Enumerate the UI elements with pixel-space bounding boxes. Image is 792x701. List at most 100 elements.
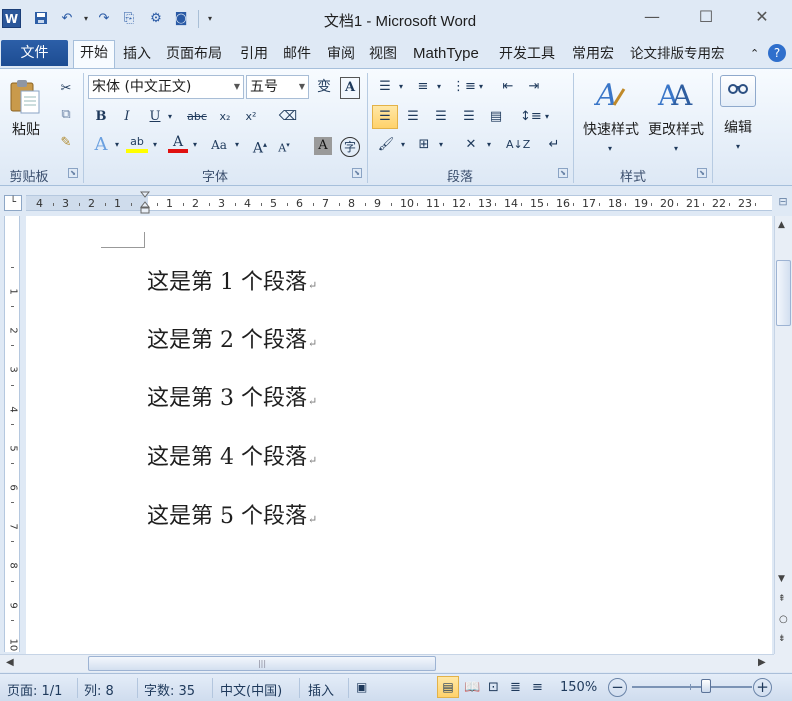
tab-common-macros[interactable]: 常用宏 [569, 42, 617, 66]
shading-dropdown-icon[interactable]: ▾ [398, 135, 408, 157]
status-word-count[interactable]: 字数: 35 [144, 680, 195, 699]
increase-indent-icon[interactable]: ⇥ [524, 77, 544, 99]
outline-view-icon[interactable]: ≣ [510, 680, 521, 695]
web-layout-icon[interactable]: ⊡ [488, 680, 499, 695]
font-color-dropdown-icon[interactable]: ▾ [190, 135, 200, 157]
underline-dropdown-icon[interactable]: ▾ [165, 107, 175, 129]
customize-qat-icon[interactable]: ▾ [202, 11, 218, 27]
full-screen-reading-icon[interactable]: 📖 [464, 680, 480, 695]
maximize-button[interactable]: ☐ [684, 6, 728, 30]
select-browse-object-icon[interactable]: ○ [779, 614, 788, 625]
document-page[interactable]: 这是第 1 个段落↵ 这是第 2 个段落↵ 这是第 3 个段落↵ 这是第 4 个… [26, 216, 772, 654]
view-ruler-icon[interactable]: ⊟ [776, 195, 790, 211]
undo-dropdown-icon[interactable]: ▾ [78, 11, 94, 27]
zoom-slider-thumb[interactable] [701, 679, 712, 693]
zoom-slider-track[interactable] [632, 686, 752, 688]
tab-view[interactable]: 视图 [366, 42, 400, 66]
font-launcher-icon[interactable]: ⬊ [352, 168, 362, 178]
chinese-layout-icon[interactable]: ✕ [460, 135, 482, 157]
word-app-icon[interactable]: W [2, 9, 21, 28]
status-language[interactable]: 中文(中国) [220, 680, 282, 699]
editing-dropdown-icon[interactable]: ▾ [732, 137, 744, 159]
vertical-ruler[interactable]: 1 2 3 4 5 6 7 8 9 10 [4, 216, 20, 652]
scroll-up-icon[interactable]: ▲ [778, 220, 785, 230]
tab-selector-icon[interactable]: └ [4, 195, 22, 211]
paragraph-5[interactable]: 这是第 5 个段落↵ [147, 498, 317, 530]
text-effects-dropdown-icon[interactable]: ▾ [112, 135, 122, 157]
bullets-dropdown-icon[interactable]: ▾ [396, 77, 406, 99]
tab-developer[interactable]: 开发工具 [496, 42, 558, 66]
tab-review[interactable]: 审阅 [324, 42, 358, 66]
minimize-button[interactable]: — [630, 6, 674, 30]
shrink-font-icon[interactable]: A▾ [274, 135, 294, 157]
paragraph-launcher-icon[interactable]: ⬊ [558, 168, 568, 178]
tab-home[interactable]: 开始 [73, 40, 115, 68]
decrease-indent-icon[interactable]: ⇤ [498, 77, 518, 99]
align-center-icon[interactable]: ☰ [402, 107, 424, 129]
next-page-icon[interactable]: ⇟ [778, 634, 786, 644]
indent-marker-icon[interactable] [139, 191, 151, 215]
font-color-icon[interactable]: A [168, 135, 188, 153]
line-spacing-dropdown-icon[interactable]: ▾ [542, 107, 552, 129]
change-styles-button[interactable]: 更改样式 [644, 119, 708, 139]
paragraph-4[interactable]: 这是第 4 个段落↵ [147, 439, 317, 471]
chinese-layout-dropdown-icon[interactable]: ▾ [484, 135, 494, 157]
tab-references[interactable]: 引用 [237, 42, 271, 66]
numbering-dropdown-icon[interactable]: ▾ [434, 77, 444, 99]
highlight-dropdown-icon[interactable]: ▾ [150, 135, 160, 157]
tab-mailings[interactable]: 邮件 [280, 42, 314, 66]
macro-icon[interactable]: ⚙ [148, 11, 164, 27]
close-button[interactable]: ✕ [740, 6, 784, 30]
change-styles-dropdown-icon[interactable]: ▾ [670, 139, 682, 161]
borders-dropdown-icon[interactable]: ▾ [436, 135, 446, 157]
tab-mathtype[interactable]: MathType [410, 42, 482, 66]
clipboard-launcher-icon[interactable]: ⬊ [68, 168, 78, 178]
text-effects-icon[interactable]: A [90, 135, 112, 157]
paragraph-1[interactable]: 这是第 1 个段落↵ [147, 264, 317, 296]
redo-icon[interactable]: ↷ [96, 11, 112, 27]
underline-icon[interactable]: U [146, 107, 164, 129]
italic-icon[interactable]: I [118, 107, 136, 129]
collapse-ribbon-icon[interactable]: ⌃ [747, 42, 762, 66]
zoom-in-icon[interactable]: + [753, 678, 772, 697]
tab-page-layout[interactable]: 页面布局 [163, 42, 225, 66]
strikethrough-icon[interactable]: abc [184, 107, 210, 129]
sort-icon[interactable]: A↓Z [506, 135, 530, 157]
paragraph-3[interactable]: 这是第 3 个段落↵ [147, 380, 317, 412]
draft-view-icon[interactable]: ≡ [532, 680, 543, 695]
status-insert-mode[interactable]: 插入 [308, 680, 334, 699]
paste-icon[interactable] [8, 77, 42, 117]
borders-icon[interactable]: ⊞ [414, 135, 434, 157]
undo-icon[interactable]: ↶ [59, 11, 75, 27]
shading-icon[interactable]: 🖌 [376, 135, 396, 157]
horizontal-ruler[interactable]: └ 4 3 2 1 1 2 3 4 5 6 7 8 9 10 11 12 13 14 15 16 17 18 19 20 21 2… [0, 191, 792, 215]
quick-styles-dropdown-icon[interactable]: ▾ [604, 139, 616, 161]
save-icon[interactable] [33, 11, 49, 27]
tab-thesis-macros[interactable]: 论文排版专用宏 [627, 42, 728, 66]
scroll-left-icon[interactable]: ◀ [6, 657, 14, 668]
zoom-out-icon[interactable]: − [608, 678, 627, 697]
help-icon[interactable]: ? [768, 44, 786, 62]
multilevel-dropdown-icon[interactable]: ▾ [476, 77, 486, 99]
macro-record-icon[interactable]: ▣ [356, 680, 367, 694]
horizontal-scrollbar[interactable]: ◀ ||| ▶ [0, 654, 774, 672]
zoom-level[interactable]: 150% [560, 680, 597, 695]
phonetic-guide-icon[interactable]: 变 [313, 77, 335, 99]
subscript-icon[interactable]: x₂ [216, 107, 234, 129]
find-icon[interactable] [720, 75, 756, 107]
superscript-icon[interactable]: x² [242, 107, 260, 129]
status-column[interactable]: 列: 8 [84, 680, 114, 699]
status-page[interactable]: 页面: 1/1 [7, 680, 62, 699]
previous-page-icon[interactable]: ⇞ [778, 594, 786, 604]
font-size-combo[interactable]: 五号 ▼ [246, 75, 309, 99]
vertical-scrollbar[interactable]: ▲ ▼ ⇞ ○ ⇟ [774, 216, 792, 654]
quick-styles-icon[interactable]: A [593, 75, 628, 113]
change-case-dropdown-icon[interactable]: ▾ [232, 135, 242, 157]
align-left-icon[interactable]: ☰ [372, 105, 398, 129]
justify-icon[interactable]: ☰ [458, 107, 480, 129]
vertical-scroll-thumb[interactable] [776, 260, 791, 326]
character-shading-icon[interactable]: A [314, 137, 332, 155]
screenshot-icon[interactable]: ◙ [173, 11, 189, 27]
scroll-down-icon[interactable]: ▼ [778, 574, 785, 584]
print-layout-view-icon[interactable]: ▤ [437, 676, 459, 698]
